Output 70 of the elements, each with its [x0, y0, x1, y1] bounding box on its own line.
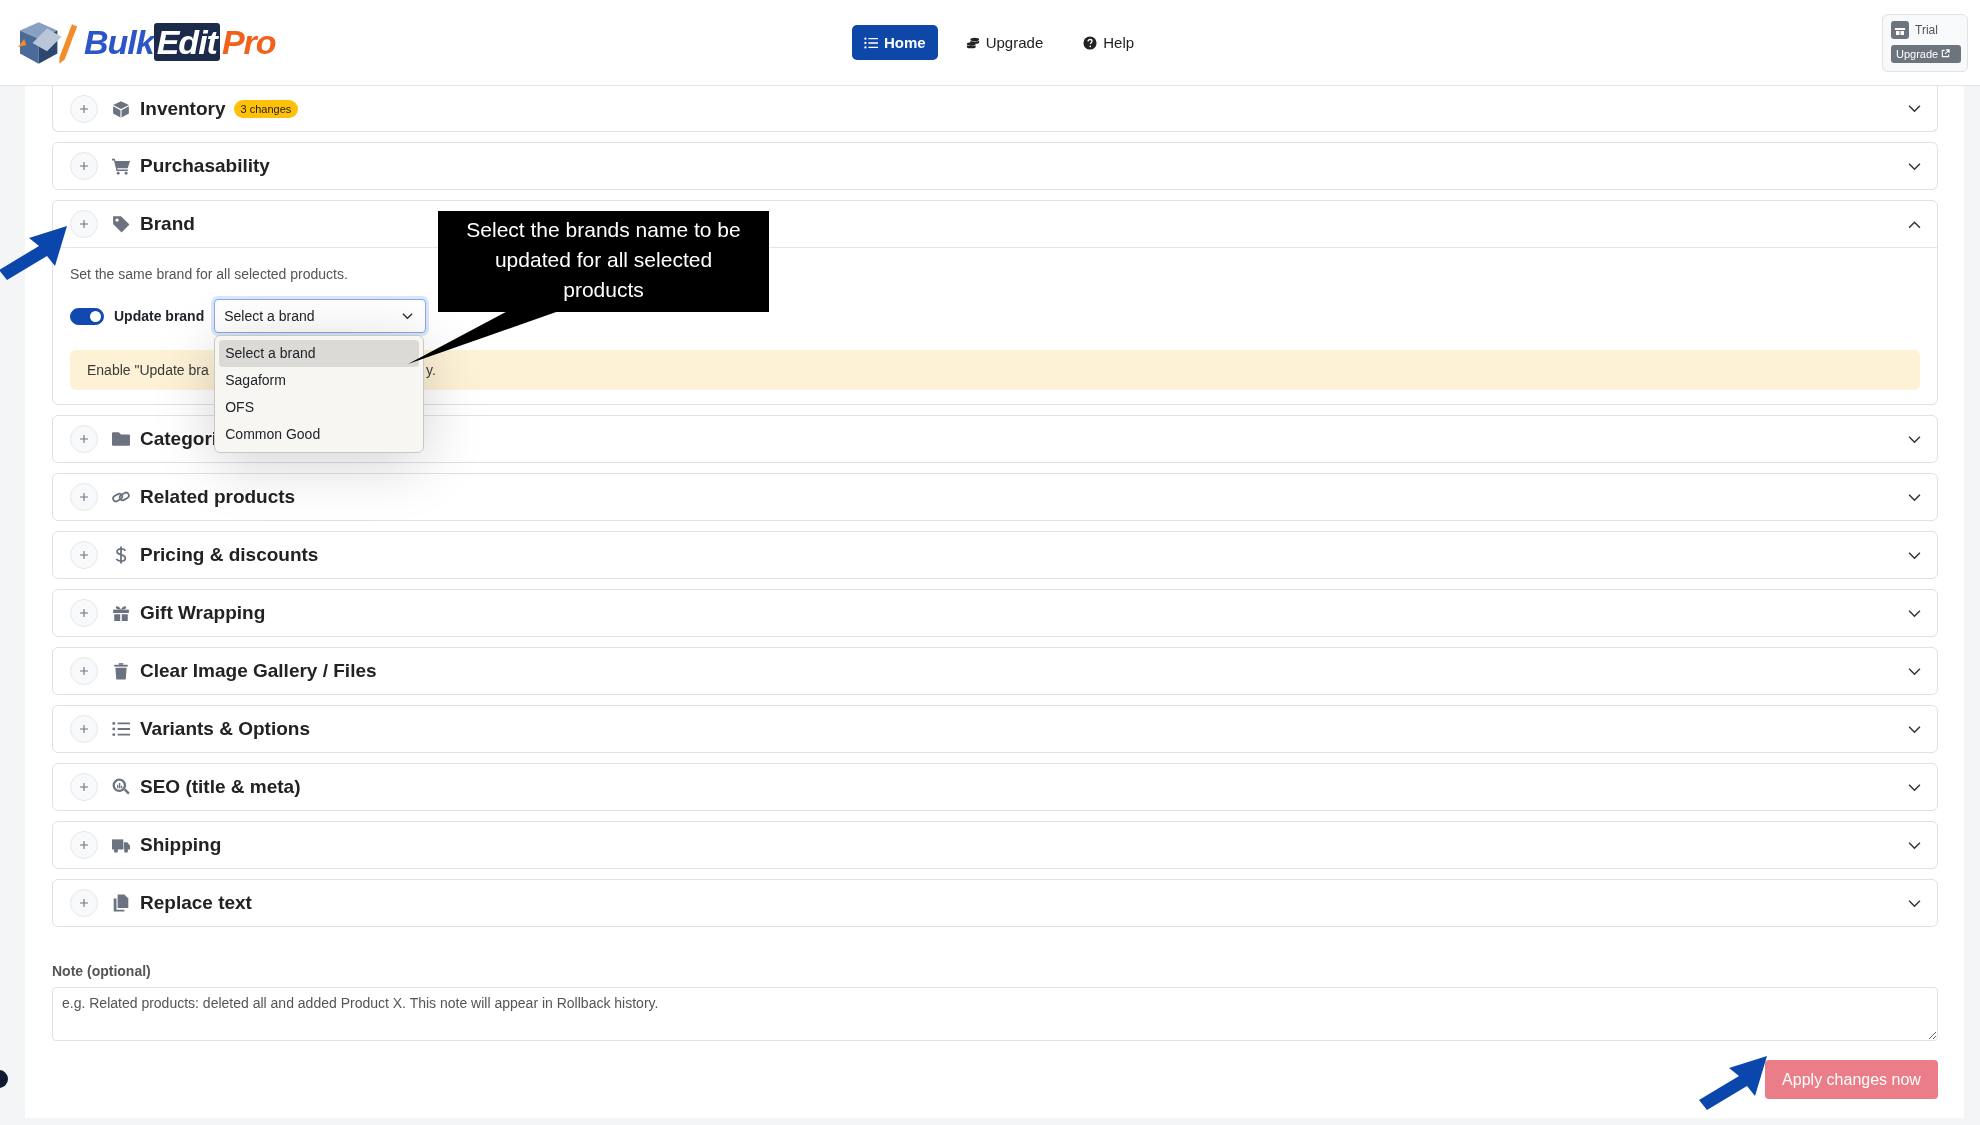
- trash-icon: [112, 662, 130, 680]
- brand-select[interactable]: Select a brand: [214, 299, 427, 333]
- plus-icon: [79, 840, 89, 850]
- section-title[interactable]: Inventory: [140, 97, 226, 120]
- note-label: Note (optional): [52, 963, 152, 979]
- plus-icon: [79, 550, 89, 560]
- copy-icon: [112, 894, 130, 912]
- help-icon: [1083, 35, 1098, 50]
- section-title[interactable]: Pricing & discounts: [140, 544, 319, 566]
- plus-icon: [79, 103, 89, 114]
- list-icon: [864, 35, 878, 50]
- plus-icon: [79, 898, 89, 908]
- section-title[interactable]: Replace text: [140, 892, 252, 914]
- dropdown-option[interactable]: Common Good: [219, 421, 420, 448]
- dropdown-option[interactable]: OFS: [219, 394, 420, 421]
- chevron-icon[interactable]: [1908, 104, 1921, 113]
- nav-link[interactable]: Help: [1071, 25, 1147, 60]
- box-icon: [112, 99, 130, 118]
- chevron-icon[interactable]: [1908, 434, 1921, 444]
- plus-icon: [79, 434, 89, 444]
- chevron-icon[interactable]: [1908, 898, 1921, 908]
- note-field[interactable]: e.g. Related products: deleted all and added Product X. This note will appear in Rollback history.: [52, 987, 1938, 1041]
- chevron-icon[interactable]: [1908, 161, 1921, 171]
- pointer-arrow: [1699, 1056, 1769, 1110]
- alert-text: y.: [426, 362, 436, 378]
- plus-icon: [79, 161, 89, 171]
- chevron-icon[interactable]: [1908, 608, 1921, 618]
- chevron-icon: [402, 312, 414, 320]
- alert-text: Enable "Update bra: [87, 362, 210, 378]
- coins-icon: [965, 35, 980, 50]
- plus-icon: [79, 666, 89, 676]
- nav-link[interactable]: Upgrade: [953, 25, 1056, 60]
- chevron-icon[interactable]: [1908, 219, 1921, 229]
- dropdown-option[interactable]: Sagaform: [219, 367, 420, 394]
- upgrade-button[interactable]: Upgrade: [1891, 44, 1961, 63]
- section-title[interactable]: Brand: [140, 213, 195, 235]
- search-icon: [112, 778, 130, 796]
- chevron-icon[interactable]: [1908, 782, 1921, 792]
- changes-badge: 3 changes: [233, 99, 299, 118]
- plus-icon: [79, 782, 89, 792]
- plan-label: Trial: [1915, 22, 1938, 37]
- external-link-icon: [1941, 49, 1951, 58]
- plus-icon: [79, 724, 89, 734]
- plus-icon: [79, 608, 89, 618]
- folder-icon: [112, 430, 130, 448]
- toggle-label: Update brand: [114, 308, 205, 324]
- section-title[interactable]: Related products: [140, 486, 296, 508]
- plus-icon: [79, 219, 89, 229]
- section-title[interactable]: Shipping: [140, 834, 222, 856]
- section-title[interactable]: Variants & Options: [140, 718, 310, 740]
- chevron-icon[interactable]: [1908, 492, 1921, 502]
- list-icon: [112, 720, 130, 738]
- truck-icon: [112, 836, 130, 854]
- chevron-icon[interactable]: [1908, 666, 1921, 676]
- nav-link[interactable]: Home: [852, 25, 938, 60]
- chevron-icon[interactable]: [1908, 840, 1921, 850]
- section-title[interactable]: SEO (title & meta): [140, 776, 301, 798]
- section-title[interactable]: Gift Wrapping: [140, 602, 266, 624]
- pointer-arrow: [0, 226, 69, 280]
- chevron-icon[interactable]: [1908, 550, 1921, 560]
- chevron-icon[interactable]: [1908, 724, 1921, 734]
- section-title[interactable]: Clear Image Gallery / Files: [140, 660, 377, 682]
- section-title[interactable]: Purchasability: [140, 155, 270, 177]
- update-brand-toggle[interactable]: [70, 307, 104, 325]
- dropdown-option[interactable]: Select a brand: [219, 340, 420, 367]
- tag-icon: [112, 215, 130, 233]
- cart-icon: [112, 157, 130, 175]
- brand-description: Set the same brand for all selected products.: [70, 266, 349, 282]
- logo-text: BulkEditPro: [84, 23, 276, 62]
- plus-icon: [79, 492, 89, 502]
